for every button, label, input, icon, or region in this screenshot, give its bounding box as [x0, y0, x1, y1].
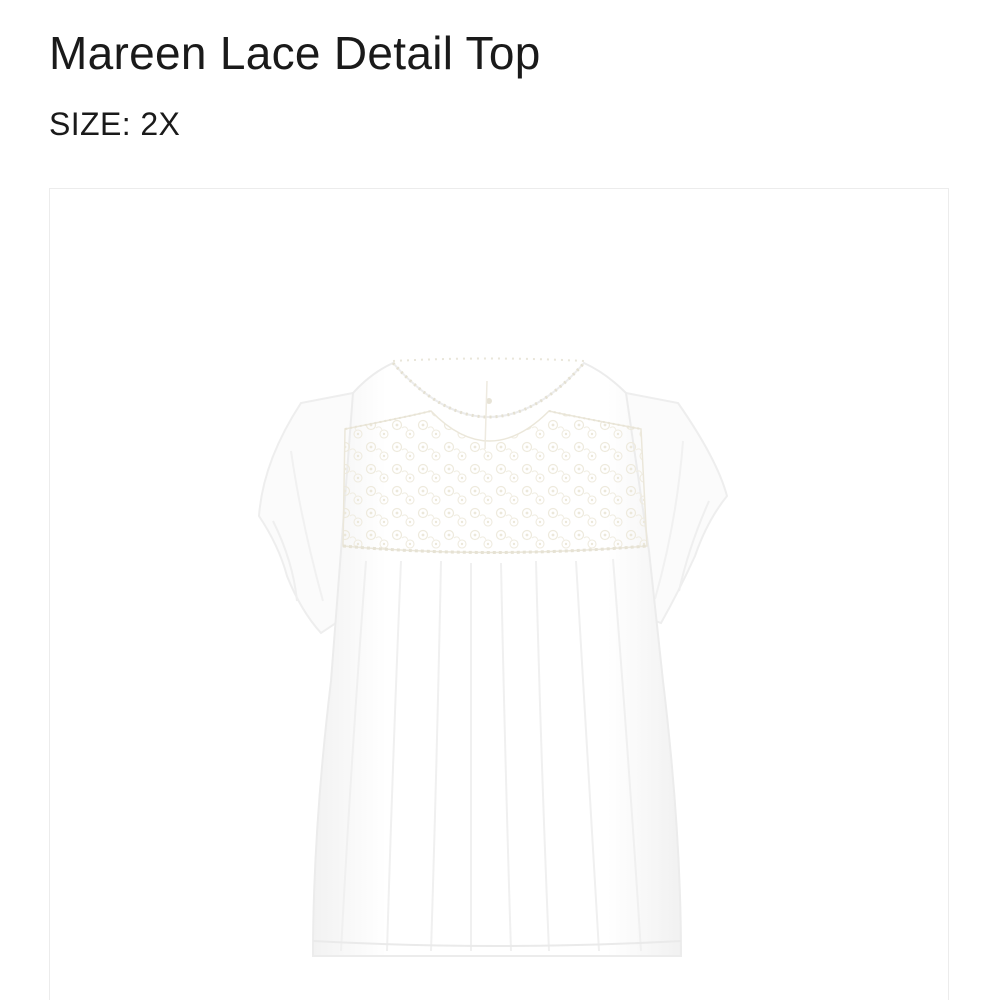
size-label: SIZE:: [49, 106, 132, 142]
garment-image: [257, 357, 729, 957]
size-value: 2X: [140, 106, 181, 142]
product-image[interactable]: [49, 188, 949, 1000]
product-title: Mareen Lace Detail Top: [49, 27, 541, 79]
size-info: SIZE: 2X: [49, 104, 180, 144]
